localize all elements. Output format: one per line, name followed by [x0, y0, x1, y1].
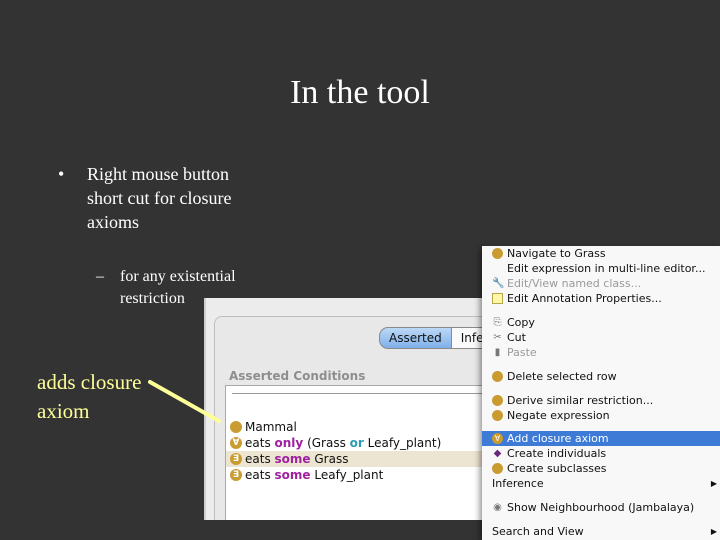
- slide-background-strip: [204, 520, 486, 540]
- bullet-line: short cut for closure: [87, 188, 232, 208]
- menu-item-edit-view-named-class[interactable]: 🔧 Edit/View named class...: [482, 276, 720, 291]
- menu-item-derive-similar-restriction[interactable]: Derive similar restriction...: [482, 393, 720, 408]
- annotation-text: adds closure axiom: [37, 368, 141, 426]
- menu-item-label: Inference: [492, 477, 544, 490]
- menu-item-search-and-view[interactable]: Search and View ▶: [482, 524, 720, 539]
- asserted-conditions-label: Asserted Conditions: [229, 369, 366, 383]
- menu-item-label: Edit expression in multi-line editor...: [507, 262, 706, 275]
- wrench-icon: 🔧: [492, 278, 505, 289]
- menu-item-label: Delete selected row: [507, 370, 617, 383]
- slide-title: In the tool: [290, 74, 430, 111]
- condition-keyword: some: [274, 468, 311, 482]
- forall-icon: ∀: [492, 433, 503, 444]
- menu-item-edit-annotation-properties[interactable]: Edit Annotation Properties...: [482, 291, 720, 306]
- paste-icon: ▮: [494, 347, 501, 358]
- target-icon: ◉: [493, 502, 502, 513]
- derive-icon: [492, 395, 503, 406]
- tab-asserted[interactable]: Asserted: [379, 327, 451, 349]
- scissors-icon: ✂: [493, 332, 502, 343]
- menu-item-label: Add closure axiom: [507, 432, 609, 445]
- menu-item-inference[interactable]: Inference ▶: [482, 476, 720, 491]
- submenu-arrow-icon: ▶: [710, 527, 717, 536]
- condition-text: eats: [245, 468, 275, 482]
- note-icon: [492, 293, 503, 304]
- diamond-icon: ◆: [493, 448, 502, 459]
- condition-text: Leafy_plant): [363, 436, 442, 450]
- condition-text: Grass: [310, 452, 349, 466]
- condition-text: eats: [245, 436, 275, 450]
- class-icon: [492, 248, 503, 259]
- sub-bullet-line: for any existential: [120, 268, 236, 285]
- menu-item-paste[interactable]: ▮ Paste: [482, 345, 720, 360]
- menu-item-label: Create individuals: [507, 447, 607, 460]
- menu-item-label: Show Neighbourhood (Jambalaya): [507, 501, 695, 514]
- bullet-line: axioms: [87, 212, 139, 232]
- menu-item-label: Negate expression: [507, 409, 610, 422]
- condition-text: Leafy_plant: [310, 468, 384, 482]
- bullet-line: Right mouse button: [87, 164, 230, 184]
- annotation-line: adds closure: [37, 370, 142, 394]
- menu-item-label: Navigate to Grass: [507, 247, 606, 260]
- exists-icon: ∃: [230, 469, 242, 481]
- menu-item-label: Copy: [507, 316, 535, 329]
- condition-text: (Grass: [303, 436, 350, 450]
- bullet-marker: •: [58, 164, 65, 184]
- copy-icon: ⎘: [493, 317, 502, 328]
- menu-item-label: Edit Annotation Properties...: [507, 292, 662, 305]
- class-icon: [230, 421, 242, 433]
- menu-item-label: Cut: [507, 331, 526, 344]
- menu-item-label: Derive similar restriction...: [507, 394, 654, 407]
- menu-item-show-neighbourhood-jambalaya[interactable]: ◉ Show Neighbourhood (Jambalaya): [482, 500, 720, 515]
- menu-item-label: Paste: [507, 346, 537, 359]
- condition-text: eats: [245, 452, 275, 466]
- menu-item-navigate-to-grass[interactable]: Navigate to Grass: [482, 246, 720, 261]
- class-icon: [492, 463, 503, 474]
- condition-keyword: or: [349, 436, 364, 450]
- forall-icon: ∀: [230, 437, 242, 449]
- sub-bullet-marker: –: [96, 268, 104, 285]
- menu-item-edit-expression-in-multi-line-editor[interactable]: Edit expression in multi-line editor...: [482, 261, 720, 276]
- menu-item-create-subclasses[interactable]: Create subclasses: [482, 461, 720, 476]
- view-tabs: Asserted Infer: [379, 327, 499, 349]
- delete-row-icon: [492, 371, 503, 382]
- menu-item-label: Search and View: [492, 525, 584, 538]
- menu-item-add-closure-axiom[interactable]: ∀ Add closure axiom: [482, 431, 720, 446]
- menu-item-label: Edit/View named class...: [507, 277, 642, 290]
- annotation-line: axiom: [37, 399, 90, 423]
- context-menu: Navigate to Grass Edit expression in mult…: [482, 246, 720, 540]
- menu-item-label: Create subclasses: [507, 462, 607, 475]
- condition-keyword: some: [274, 452, 311, 466]
- condition-text: Mammal: [245, 420, 297, 434]
- menu-item-delete-selected-row[interactable]: Delete selected row: [482, 369, 720, 384]
- condition-keyword: only: [274, 436, 304, 450]
- submenu-arrow-icon: ▶: [710, 479, 717, 488]
- negate-icon: [492, 410, 503, 421]
- menu-item-create-individuals[interactable]: ◆ Create individuals: [482, 446, 720, 461]
- menu-item-negate-expression[interactable]: Negate expression: [482, 408, 720, 423]
- menu-item-copy[interactable]: ⎘ Copy: [482, 315, 720, 330]
- menu-item-cut[interactable]: ✂ Cut: [482, 330, 720, 345]
- exists-icon: ∃: [230, 453, 242, 465]
